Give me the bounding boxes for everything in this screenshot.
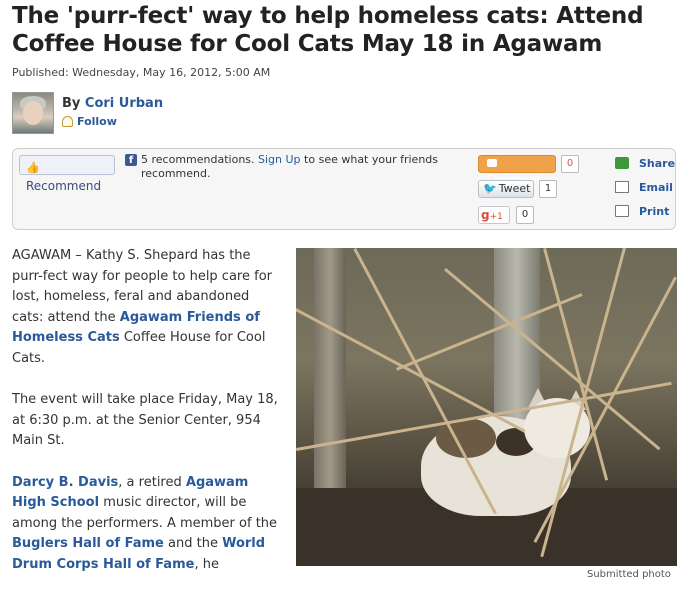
google-plus-icon: g	[481, 208, 490, 222]
share-icon	[615, 157, 629, 169]
person-link[interactable]: Darcy B. Davis	[12, 475, 118, 490]
email-link[interactable]: Email	[613, 179, 675, 197]
photo-credit: Submitted photo	[587, 569, 671, 580]
avatar-face	[23, 101, 43, 125]
article-paragraph: Darcy B. Davis, a retired Agawam High Sc…	[12, 473, 280, 576]
facebook-icon: f	[125, 154, 137, 166]
signup-link[interactable]: Sign Up	[258, 153, 301, 166]
comment-button[interactable]: Comment	[478, 155, 556, 186]
share-link[interactable]: Share	[613, 155, 675, 173]
headline: The 'purr-fect' way to help homeless cat…	[12, 3, 644, 57]
google-plus-button[interactable]: g+1	[478, 206, 510, 224]
thumbs-up-icon: 👍	[26, 161, 40, 174]
tweet-count: 1	[539, 180, 557, 198]
comment-count: 0	[561, 155, 579, 173]
hall-of-fame-link[interactable]: Buglers Hall of Fame	[12, 536, 164, 551]
twitter-bird-icon: 🐦	[483, 182, 497, 195]
article-body: AGAWAM – Kathy S. Shepard has the purr-f…	[12, 246, 280, 596]
published-date: Published: Wednesday, May 16, 2012, 5:00…	[12, 66, 271, 79]
article-paragraph: The event will take place Friday, May 18…	[12, 392, 278, 449]
print-link[interactable]: Print	[613, 203, 675, 221]
tweet-button[interactable]: 🐦 Tweet	[478, 180, 534, 198]
facebook-recommend-button[interactable]: 👍 Recommend	[19, 155, 115, 193]
fb-count-text: 5 recommendations.	[141, 153, 255, 166]
byline-prefix: By	[62, 96, 81, 111]
recommend-label: Recommend	[26, 179, 102, 193]
envelope-icon	[615, 181, 629, 193]
paragraph-text: , he	[194, 556, 219, 572]
author-avatar[interactable]	[12, 92, 54, 134]
print-label: Print	[639, 205, 670, 218]
share-label: Share	[639, 157, 676, 170]
gplus-label: +1	[489, 212, 503, 222]
tweet-label: Tweet	[498, 182, 531, 195]
follow-label: Follow	[77, 115, 117, 128]
paragraph-text: , a retired	[118, 474, 182, 490]
article-photo[interactable]	[296, 248, 677, 566]
author-link[interactable]: Cori Urban	[85, 96, 163, 111]
gplus-count: 0	[516, 206, 534, 224]
article-paragraph: AGAWAM – Kathy S. Shepard has the purr-f…	[12, 246, 280, 370]
comment-bubble-icon	[487, 159, 497, 167]
email-label: Email	[639, 181, 673, 194]
byline: By Cori Urban	[62, 96, 163, 111]
printer-icon	[615, 205, 629, 217]
follow-button[interactable]: Follow	[62, 115, 117, 128]
follow-person-icon	[62, 116, 73, 127]
share-bar: 👍 Recommend f 5 recommendations. Sign Up …	[12, 148, 676, 230]
paragraph-text: and the	[168, 536, 218, 552]
facebook-recommend-text: 5 recommendations. Sign Up to see what y…	[141, 153, 461, 181]
